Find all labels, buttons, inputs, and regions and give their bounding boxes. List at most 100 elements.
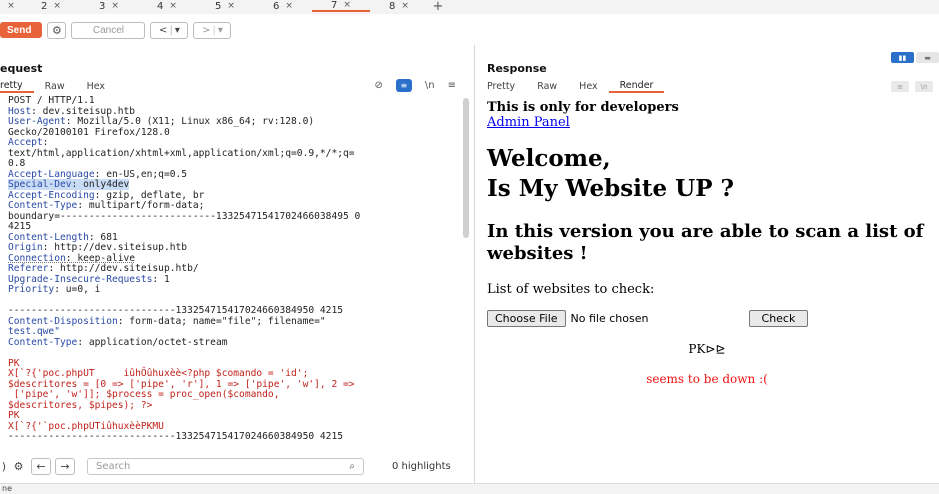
header-name: User-Agent <box>8 116 66 127</box>
search-placeholder: Search <box>96 460 131 472</box>
line-text: $descritores = [0 => ['pipe', 'r'], 1 =>… <box>8 378 355 390</box>
raw-request-editor[interactable]: POST / HTTP/1.1 Host: dev.siteisup.htb Use… <box>0 96 462 449</box>
show-newlines-toggle[interactable]: \n <box>425 80 435 91</box>
request-tab[interactable]: 8 × <box>370 0 428 12</box>
header-value: 681 <box>94 231 118 243</box>
wrap-lines-icon[interactable]: ≡ <box>891 81 909 92</box>
request-tab[interactable]: 6 × <box>254 0 312 12</box>
header-value: application/octet-stream <box>83 336 228 348</box>
dropdown-arrow-icon: ▾ <box>217 24 223 36</box>
view-tab[interactable]: Render <box>608 79 665 93</box>
tab-label: 3 <box>99 0 106 12</box>
file-output-text: PK⊳⊵ <box>688 342 726 356</box>
view-tab[interactable]: Raw <box>526 79 568 93</box>
request-panel: equest retty Raw Hex ⊘ ≡ \n ≡ POST / HTTP/… <box>0 45 474 483</box>
add-tab-button[interactable]: + <box>428 0 448 14</box>
request-line: $descritores, $pipes); ?> <box>8 399 462 412</box>
request-line: Priority: u=0, i <box>8 284 101 295</box>
search-input[interactable]: Search ⌕ <box>87 457 364 475</box>
line-text: ['pipe', 'w']]; $process = proc_open($co… <box>8 389 280 400</box>
header-value: multipart/form-data; <box>83 200 205 211</box>
wrap-lines-icon[interactable]: ≡ <box>395 79 412 92</box>
request-tab[interactable]: 3 × <box>80 0 138 12</box>
request-editor-tools: ⊘ ≡ \n ≡ <box>375 79 456 92</box>
header-value: Mozilla/5.0 (X11; Linux x86_64; rv:128.0… <box>71 116 315 127</box>
header-name: Content-Type <box>8 336 78 348</box>
header-name: Connection <box>8 252 66 264</box>
menu-icon[interactable]: ≡ <box>448 80 456 91</box>
request-tab[interactable]: 2 × <box>22 0 80 12</box>
list-label: List of websites to check: <box>487 282 655 297</box>
tab-close-icon[interactable]: × <box>227 1 235 11</box>
tab-close-icon[interactable]: × <box>343 0 351 10</box>
response-view-tabs: Pretty Raw Hex Render <box>476 79 665 94</box>
search-settings-gear-icon[interactable]: ⚙ <box>10 458 27 475</box>
split-horizontal-layout-icon[interactable]: ▮▮ <box>891 52 914 63</box>
request-line: boundary=---------------------------1332… <box>8 210 462 223</box>
previous-match-button[interactable]: ← <box>31 457 51 475</box>
no-file-chosen-text: No file chosen <box>570 312 649 325</box>
header-name: Special-Dev <box>8 179 72 190</box>
header-value: form-data; name="file"; filename=" <box>123 315 326 327</box>
line-text: POST / HTTP/1.1 <box>8 96 95 106</box>
line-text: $descritores, $pipes); ?> <box>8 399 153 411</box>
chevron-left-icon: < <box>159 24 168 36</box>
arrow-left-icon: ← <box>36 459 46 473</box>
choose-file-button[interactable]: Choose File <box>487 310 566 327</box>
tab-label: 6 <box>273 0 280 12</box>
tab-close-icon[interactable]: × <box>7 1 15 11</box>
layout-toggle: ▮▮ ▬ <box>891 52 939 63</box>
tab-close-icon[interactable]: × <box>401 1 409 11</box>
line-text: PK <box>8 410 20 421</box>
help-circle-icon[interactable]: ) <box>0 458 6 475</box>
line-text: test.qwe" <box>8 326 60 337</box>
request-tab[interactable]: 4 × <box>138 0 196 12</box>
line-text: 4215 <box>8 221 32 232</box>
line-text: -----------------------------13325471541… <box>8 431 344 442</box>
line-text: PK <box>8 357 20 369</box>
history-forward-button[interactable]: > | ▾ <box>193 21 232 39</box>
header-value: only4dev <box>77 179 130 190</box>
check-button[interactable]: Check <box>748 310 809 327</box>
header-name: Referer <box>8 263 49 274</box>
response-title: Response <box>487 62 547 75</box>
request-title: equest <box>0 62 43 75</box>
tab-label: 5 <box>215 0 222 12</box>
request-line: Content-Type: application/octet-stream <box>8 336 228 348</box>
tab-close-icon[interactable]: × <box>53 1 61 11</box>
settings-gear-icon[interactable]: ⚙ <box>47 21 67 39</box>
request-tab[interactable]: 5 × <box>196 0 254 12</box>
highlights-count: 0 highlights <box>392 460 451 472</box>
request-toolbar: Send ⚙ Cancel < | ▾ > | ▾ <box>0 17 939 43</box>
view-tab[interactable]: Hex <box>568 79 608 93</box>
next-match-button[interactable]: → <box>55 457 75 475</box>
history-back-button[interactable]: < | ▾ <box>150 21 189 39</box>
hide-eye-icon[interactable]: ⊘ <box>375 80 383 91</box>
admin-panel-link[interactable]: Admin Panel <box>487 115 937 130</box>
tab-close-icon[interactable]: × <box>111 1 119 11</box>
tab-close-icon[interactable]: × <box>285 1 293 11</box>
welcome-heading: Welcome, Is My Website UP ? <box>487 145 735 202</box>
cancel-button[interactable]: Cancel <box>71 21 146 39</box>
upload-form: Choose File No file chosen Check <box>487 310 937 327</box>
search-icon: ⌕ <box>349 460 355 472</box>
line-text: boundary=---------------------------1332… <box>8 210 361 222</box>
tab-close-icon[interactable]: × <box>169 1 177 11</box>
view-tab[interactable]: Raw <box>34 79 76 93</box>
tab-label: 7 <box>331 0 338 11</box>
view-tab[interactable]: retty <box>0 79 34 93</box>
scrollbar-thumb[interactable] <box>463 98 469 238</box>
split-vertical-layout-icon[interactable]: ▬ <box>916 52 939 63</box>
request-view-tabs: retty Raw Hex <box>0 79 116 94</box>
request-tab[interactable]: 7 × <box>312 0 370 12</box>
request-scrollbar[interactable] <box>462 96 470 449</box>
header-value: 1 <box>158 273 170 285</box>
header-name: Priority <box>8 284 55 295</box>
request-tab[interactable]: × <box>0 0 22 12</box>
view-tab[interactable]: Pretty <box>476 79 526 93</box>
send-button[interactable]: Send <box>0 22 43 38</box>
header-value: http://dev.siteisup.htb <box>48 242 188 253</box>
show-newlines-toggle[interactable]: \n <box>915 81 933 92</box>
view-tab[interactable]: Hex <box>76 79 116 93</box>
header-name: Upgrade-Insecure-Requests <box>8 273 153 285</box>
